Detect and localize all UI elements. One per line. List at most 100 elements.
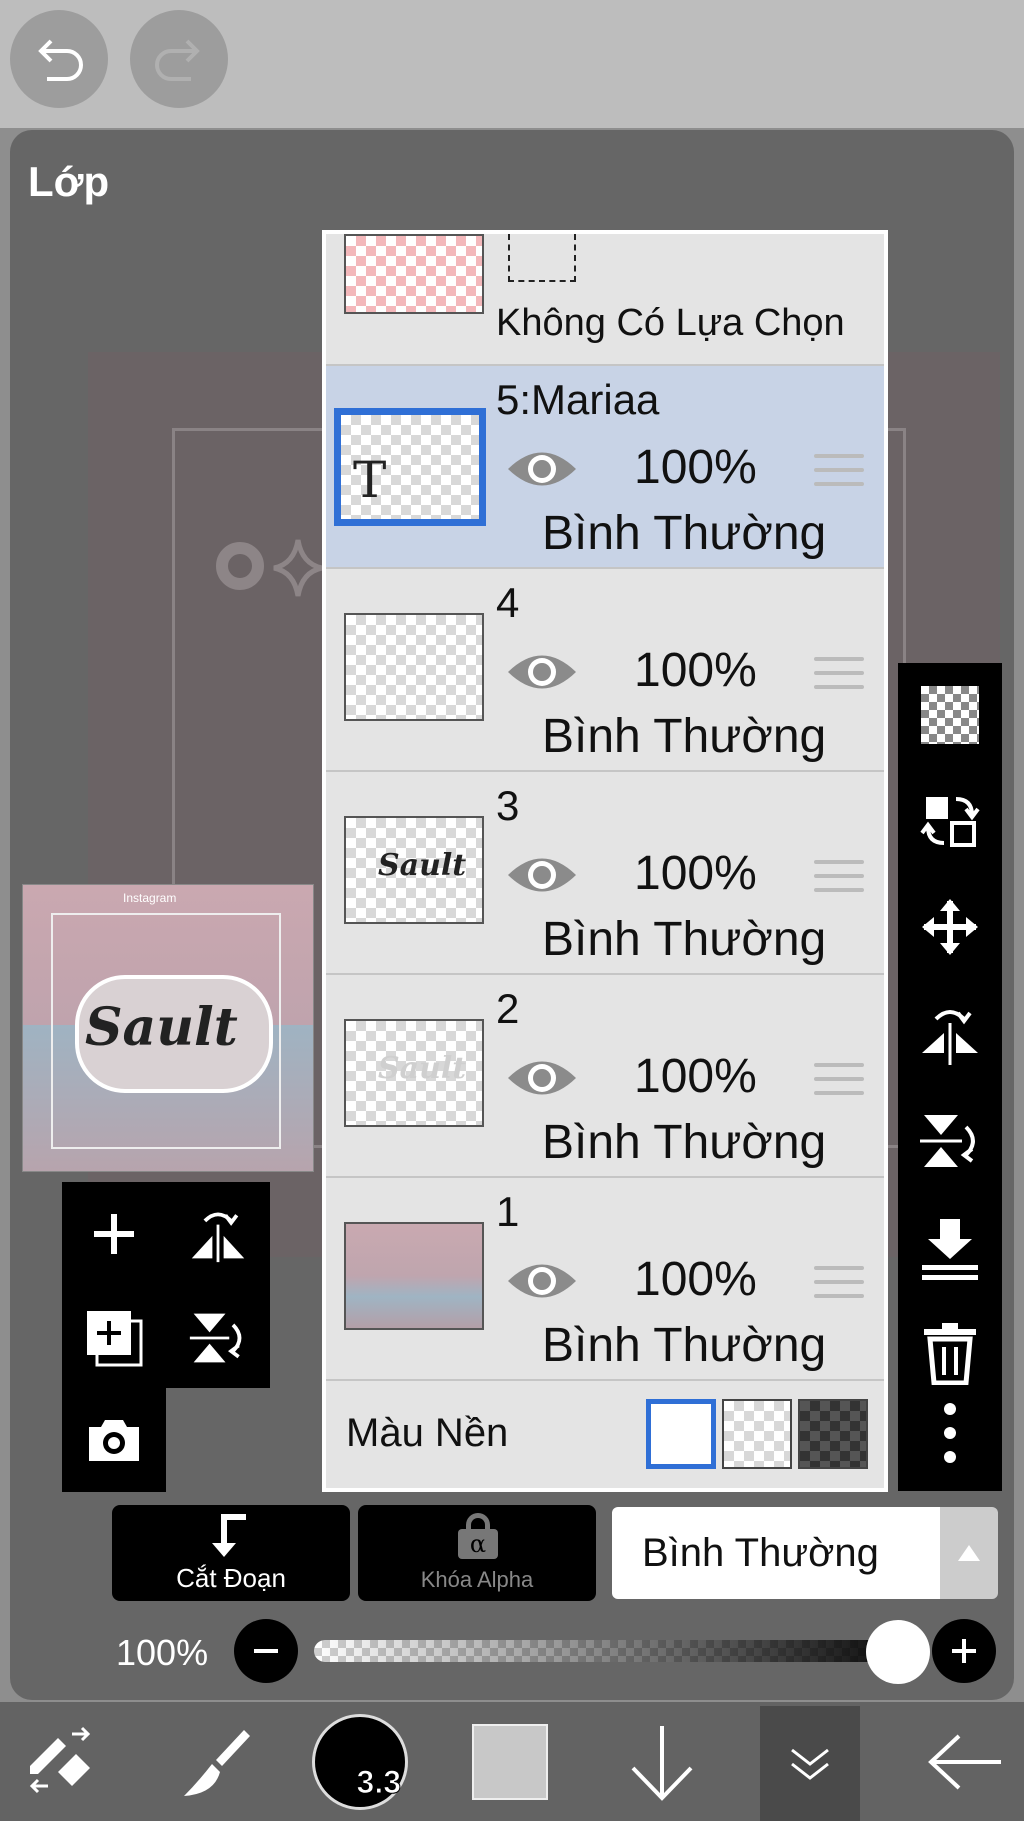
layer-name: 2 — [496, 985, 520, 1032]
alpha-lock-button[interactable]: α Khóa Alpha — [358, 1505, 596, 1601]
layer-opacity: 100% — [634, 1050, 757, 1103]
flip-v-rotate-button[interactable] — [166, 1286, 270, 1390]
preview-header: Instagram — [123, 891, 177, 905]
flip-v-icon — [920, 1115, 975, 1167]
layer-thumbnail: T — [334, 408, 486, 526]
blend-mode-select[interactable]: Bình Thường — [612, 1507, 940, 1599]
layer-row[interactable]: T 5:Mariaa 100% Bình Thường — [326, 364, 884, 567]
panel-title: Lớp — [28, 158, 110, 205]
bottom-toolbar: 3.3 — [0, 1702, 1024, 1821]
duplicate-layer-icon — [87, 1311, 143, 1367]
opacity-label: 100% — [116, 1632, 209, 1673]
brush-size-value: 3.3 — [356, 1763, 401, 1800]
layer-row[interactable]: 1 100% Bình Thường — [326, 1176, 884, 1379]
undo-icon — [38, 39, 83, 81]
layer-row[interactable]: Sault 2 100% Bình Thường — [326, 973, 884, 1176]
blend-mode-dropdown-button[interactable] — [940, 1507, 998, 1599]
layer-panel-toggle-button[interactable] — [760, 1706, 860, 1821]
transform-icon — [29, 1726, 91, 1793]
eye-icon[interactable] — [506, 1053, 578, 1103]
drag-handle-icon[interactable] — [814, 860, 864, 902]
layer-thumbnail: Sault — [344, 1019, 484, 1127]
eye-icon[interactable] — [506, 1256, 578, 1306]
undo-button[interactable] — [10, 10, 108, 108]
bg-dark-swatch[interactable] — [798, 1399, 868, 1469]
brush-size-indicator: 3.3 — [312, 1713, 408, 1810]
add-layer-icon — [94, 1214, 134, 1254]
clipping-button[interactable]: Cắt Đoạn — [112, 1505, 350, 1601]
swap-layer-button[interactable] — [898, 771, 1002, 871]
canvas-decoration — [216, 539, 323, 597]
flip-h-icon — [922, 1010, 978, 1065]
opacity-decrease-button[interactable] — [234, 1619, 298, 1683]
layer-name: 1 — [496, 1188, 520, 1235]
flip-vertical-button[interactable] — [898, 1091, 1002, 1191]
opacity-increase-button[interactable] — [932, 1619, 996, 1683]
camera-toolbar — [62, 1388, 166, 1492]
swap-icon — [920, 797, 980, 847]
move-button[interactable] — [898, 877, 1002, 977]
layer-name: 4 — [496, 579, 520, 626]
layer-blend-mode: Bình Thường — [542, 710, 827, 763]
layer-thumbnail-text: Sault — [378, 1051, 467, 1086]
background-color-row: Màu Nền — [326, 1379, 884, 1488]
trash-icon — [924, 1323, 976, 1385]
more-options-button[interactable] — [898, 1383, 1002, 1483]
checker-icon — [921, 686, 979, 744]
selection-thumbnail — [344, 234, 484, 314]
merge-down-button[interactable] — [898, 1199, 1002, 1299]
drag-handle-icon[interactable] — [814, 657, 864, 699]
layer-name: 3 — [496, 782, 520, 829]
layer-down-button[interactable] — [612, 1702, 712, 1821]
back-button[interactable] — [910, 1702, 1020, 1821]
duplicate-layer-button[interactable] — [62, 1286, 166, 1390]
layer-blend-mode: Bình Thường — [542, 1116, 827, 1169]
canvas-preview: Instagram Sault — [22, 884, 314, 1172]
double-chevron-icon — [791, 1748, 829, 1780]
flip-h-rotate-button[interactable] — [166, 1182, 270, 1286]
brush-size-button[interactable]: 3.3 — [306, 1702, 414, 1821]
caret-up-icon — [958, 1545, 980, 1561]
opacity-slider[interactable] — [314, 1640, 926, 1662]
bg-white-swatch[interactable] — [646, 1399, 716, 1469]
selection-layer-row[interactable]: Không Có Lựa Chọn — [326, 234, 884, 364]
back-arrow-icon — [928, 1734, 1001, 1789]
layer-opacity: 100% — [634, 1253, 757, 1306]
redo-button[interactable] — [130, 10, 228, 108]
background-label: Màu Nền — [346, 1411, 509, 1455]
eye-icon[interactable] — [506, 850, 578, 900]
clip-label: Cắt Đoạn — [176, 1563, 286, 1593]
layer-opacity: 100% — [634, 441, 757, 494]
color-icon — [472, 1723, 548, 1800]
layer-name: 5:Mariaa — [496, 376, 660, 423]
eye-icon[interactable] — [506, 444, 578, 494]
down-arrow-icon — [631, 1725, 693, 1801]
more-icon — [944, 1403, 956, 1463]
text-layer-glyph: T — [353, 451, 387, 509]
flip-h-rotate-icon — [191, 1212, 245, 1263]
color-button[interactable] — [460, 1702, 560, 1821]
opacity-slider-knob[interactable] — [866, 1620, 930, 1684]
transform-tool-button[interactable] — [10, 1702, 110, 1821]
layer-blend-mode: Bình Thường — [542, 1319, 827, 1372]
clip-arrow-icon — [212, 1514, 246, 1557]
add-layer-button[interactable] — [62, 1182, 166, 1286]
drag-handle-icon[interactable] — [814, 1063, 864, 1105]
move-icon — [922, 899, 978, 955]
alpha-lock-label: Khóa Alpha — [420, 1567, 534, 1592]
layer-row[interactable]: 4 100% Bình Thường — [326, 567, 884, 770]
layer-opacity: 100% — [634, 644, 757, 697]
minus-icon — [254, 1649, 278, 1653]
bg-transparent-swatch[interactable] — [722, 1399, 792, 1469]
drag-handle-icon[interactable] — [814, 454, 864, 496]
preview-word: Sault — [85, 997, 238, 1058]
drag-handle-icon[interactable] — [814, 1266, 864, 1308]
brush-tool-button[interactable] — [164, 1702, 264, 1821]
camera-button[interactable] — [62, 1388, 166, 1492]
flip-horizontal-button[interactable] — [898, 985, 1002, 1085]
merge-down-icon — [922, 1219, 978, 1280]
eye-icon[interactable] — [506, 647, 578, 697]
checker-button[interactable] — [898, 665, 1002, 765]
right-toolbar — [898, 663, 1002, 1491]
layer-row[interactable]: Sault 3 100% Bình Thường — [326, 770, 884, 973]
